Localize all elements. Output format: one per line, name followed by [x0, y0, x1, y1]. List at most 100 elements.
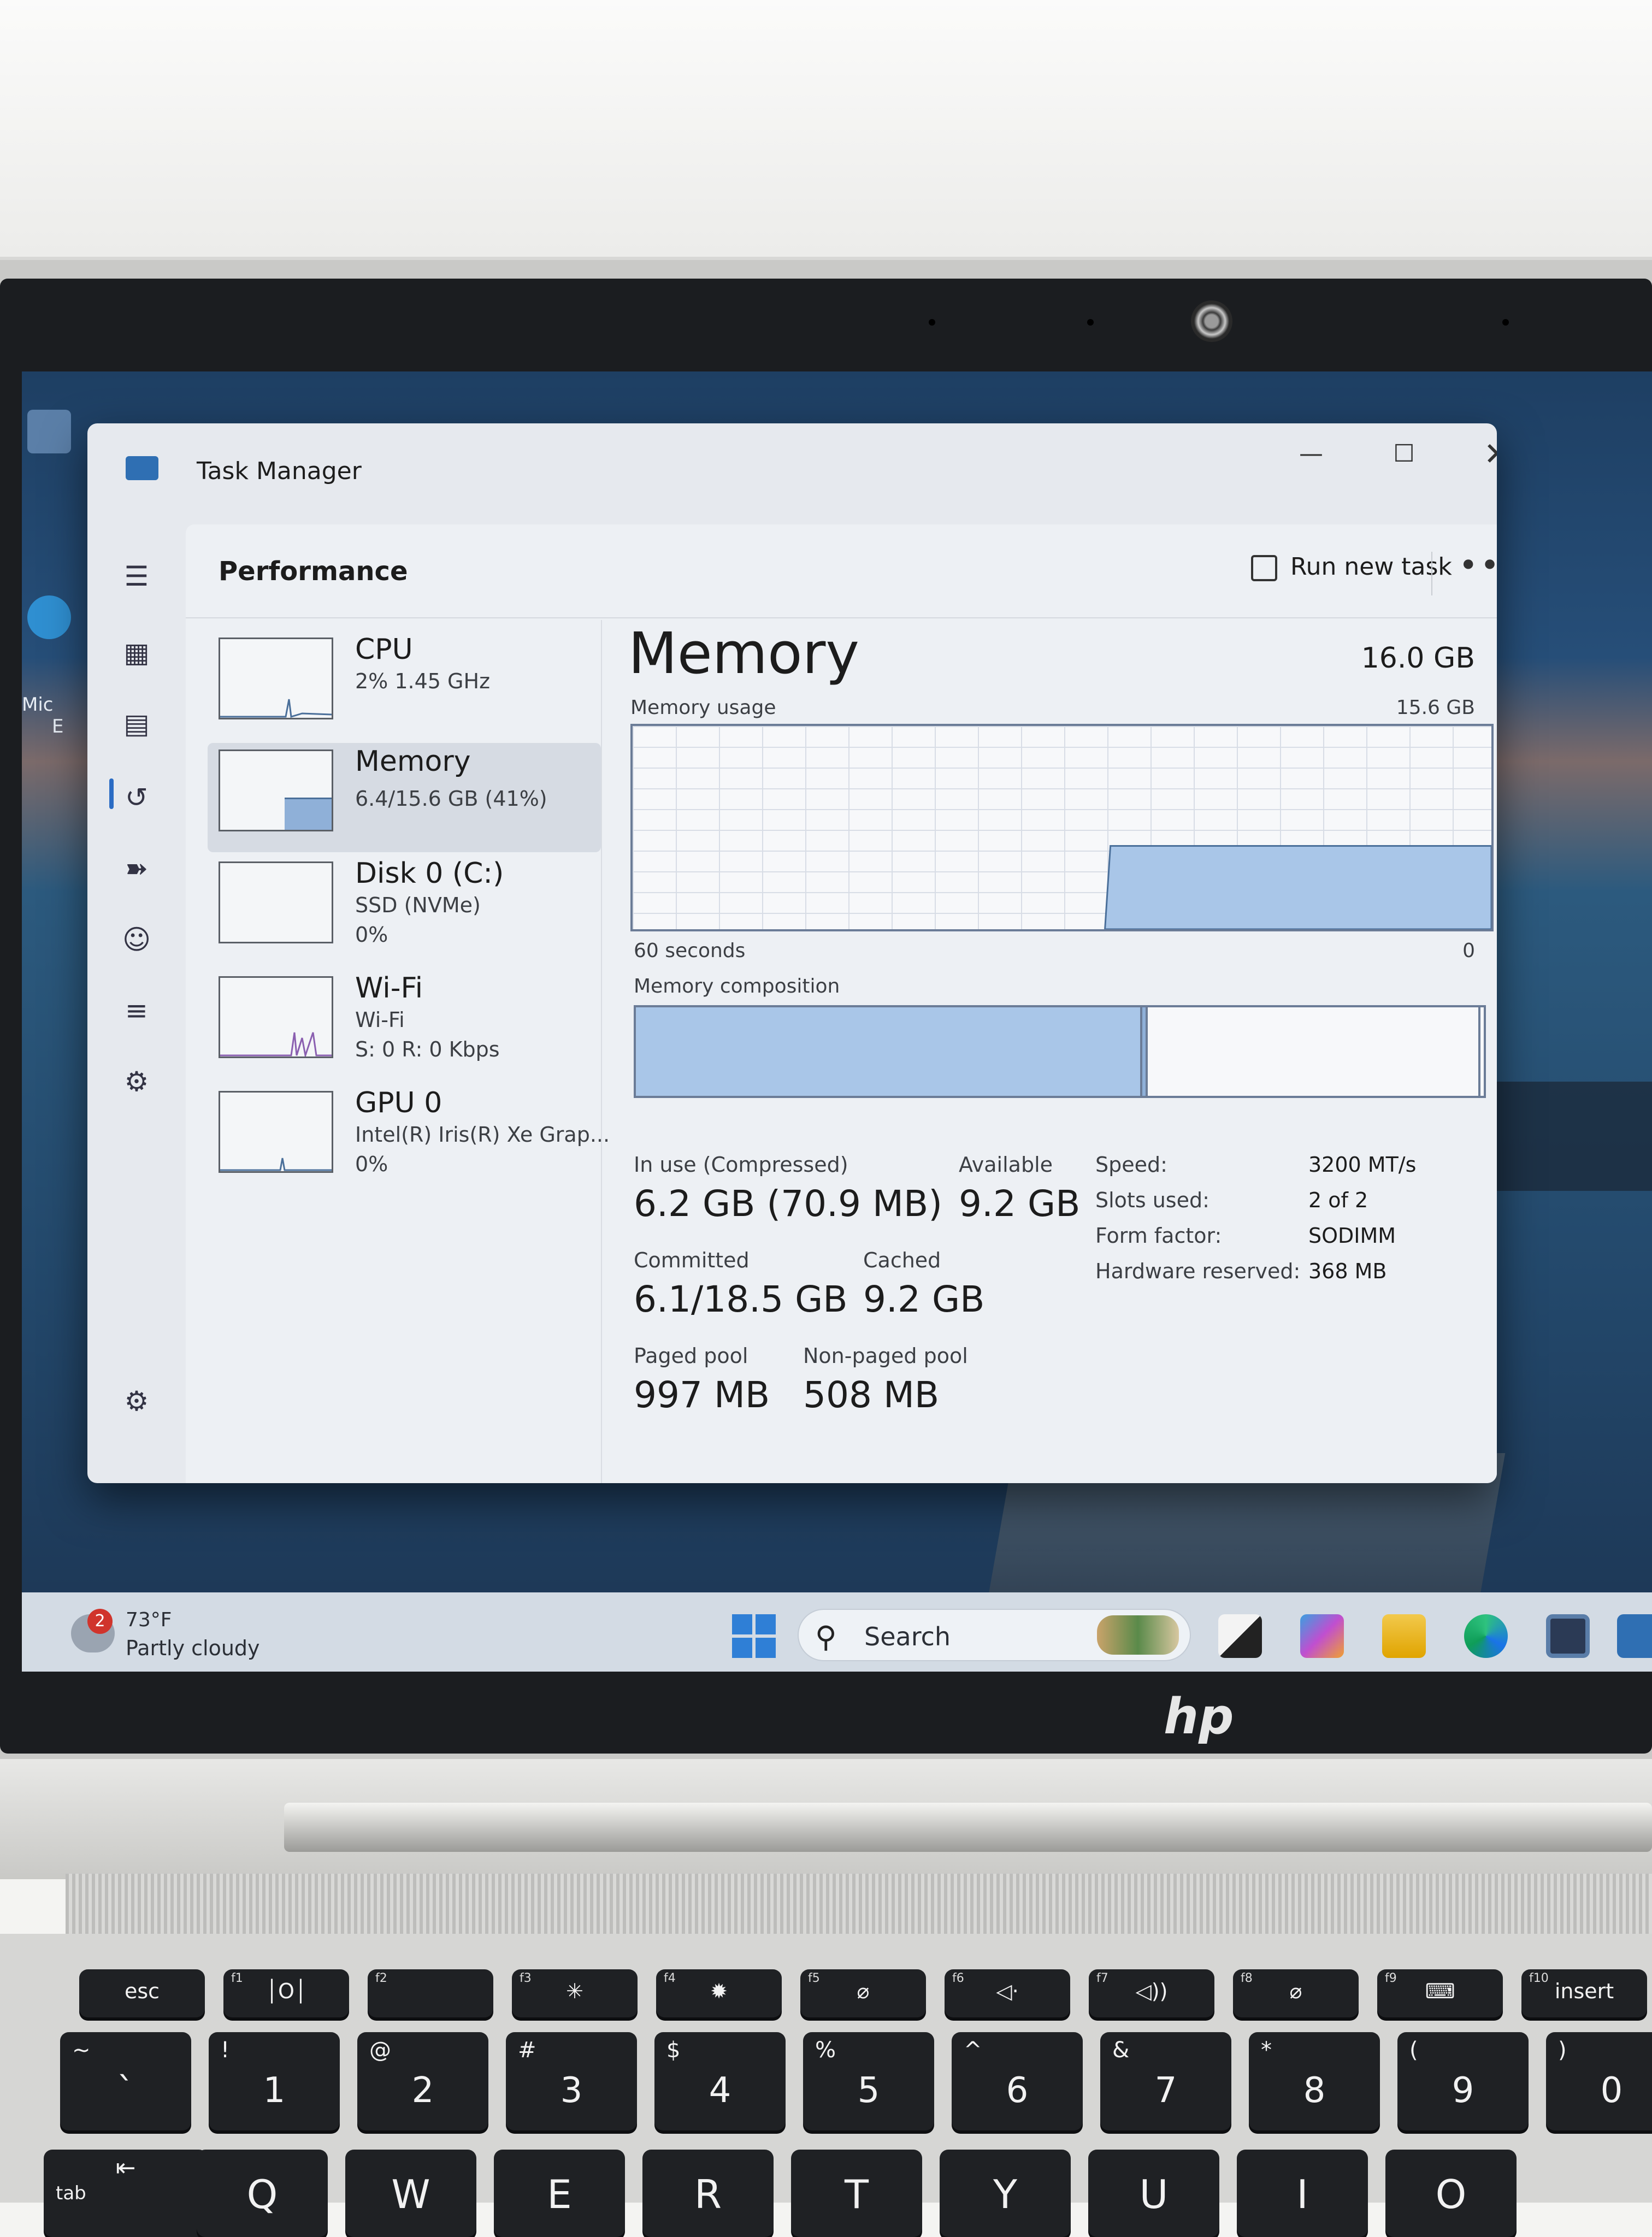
device-wifi[interactable]: Wi-Fi Wi-Fi S: 0 R: 0 Kbps: [208, 970, 601, 1079]
function-key[interactable]: f5 ⌀: [800, 1969, 926, 2017]
startup-apps-icon[interactable]: ➽: [115, 847, 158, 890]
key-legend: 1: [263, 2070, 286, 2111]
key-legend: ⌀: [857, 1979, 870, 2003]
desktop-app-icon[interactable]: [27, 410, 71, 453]
search-icon: ⚲: [815, 1620, 837, 1654]
number-key[interactable]: #3: [506, 2032, 637, 2130]
in-use-value: 6.2 GB (70.9 MB): [634, 1183, 942, 1225]
app-history-icon[interactable]: ↺: [115, 776, 158, 819]
letter-key[interactable]: Q: [197, 2150, 328, 2237]
letter-key[interactable]: T: [791, 2150, 922, 2237]
number-key[interactable]: % 5: [803, 2032, 934, 2130]
edge-desktop-icon[interactable]: [27, 595, 71, 639]
paged-pool-value: 997 MB: [634, 1374, 770, 1416]
function-key[interactable]: f4 ✹: [656, 1969, 782, 2017]
key-legend: 3: [560, 2070, 583, 2111]
function-key[interactable]: f8 ⌀: [1233, 1969, 1359, 2017]
page-title: Performance: [219, 556, 408, 587]
function-key-label: f2: [375, 1972, 387, 1985]
function-key[interactable]: f9 ⌨: [1377, 1969, 1503, 2017]
close-button[interactable]: ✕: [1475, 435, 1497, 474]
key-legend: U: [1139, 2171, 1169, 2217]
letter-key[interactable]: I: [1237, 2150, 1368, 2237]
device-cpu[interactable]: CPU 2% 1.45 GHz: [208, 631, 601, 740]
letter-key[interactable]: E: [494, 2150, 625, 2237]
letter-key[interactable]: R: [642, 2150, 774, 2237]
key-shift-legend: %: [815, 2038, 836, 2063]
task-view-icon[interactable]: [1218, 1614, 1262, 1658]
number-key[interactable]: * 8: [1249, 2032, 1380, 2130]
weather-condition[interactable]: Partly cloudy: [126, 1636, 260, 1660]
speaker-grille: [66, 1874, 1652, 1934]
key-legend: 5: [857, 2070, 880, 2111]
desktop-icons: Mic E: [22, 388, 71, 1098]
device-name: GPU 0: [355, 1087, 442, 1119]
letter-key[interactable]: Y: [940, 2150, 1071, 2237]
device-detail: 0%: [355, 1152, 388, 1176]
key-legend: ✳: [566, 1979, 583, 2003]
task-manager-taskbar-icon[interactable]: [1617, 1614, 1652, 1658]
number-key[interactable]: ! 1: [209, 2032, 340, 2130]
letter-key[interactable]: U: [1088, 2150, 1219, 2237]
tab-key[interactable]: tab ⇤: [44, 2150, 208, 2237]
run-new-task-button[interactable]: Run new task: [1251, 553, 1452, 591]
performance-icon[interactable]: ▤: [115, 702, 158, 746]
memory-thumbnail-graph: [219, 749, 333, 831]
minimize-button[interactable]: —: [1289, 440, 1333, 473]
key-legend: 6: [1006, 2070, 1029, 2111]
key-legend: esc: [124, 1979, 160, 2003]
sensor-dot: [929, 319, 935, 326]
number-key[interactable]: (9: [1397, 2032, 1529, 2130]
desktop-icon-label: Mic: [22, 694, 54, 716]
taskbar-search[interactable]: ⚲ Search: [798, 1609, 1191, 1661]
device-detail: Intel(R) Iris(R) Xe Grap...: [355, 1123, 610, 1147]
users-icon[interactable]: ☺: [115, 918, 158, 961]
function-key[interactable]: f7 ◁)): [1089, 1969, 1214, 2017]
device-gpu[interactable]: GPU 0 Intel(R) Iris(R) Xe Grap... 0%: [208, 1084, 610, 1194]
hamburger-menu-icon[interactable]: ☰: [115, 554, 158, 598]
processes-icon[interactable]: ▦: [115, 631, 158, 675]
function-key[interactable]: f6 ◁·: [945, 1969, 1070, 2017]
function-key[interactable]: f1 │O│: [223, 1969, 349, 2017]
committed-label: Committed: [634, 1248, 750, 1272]
number-key[interactable]: $4: [654, 2032, 786, 2130]
edge-icon[interactable]: [1464, 1614, 1508, 1658]
in-use-label: In use (Compressed): [634, 1153, 848, 1177]
number-key[interactable]: ~ `: [60, 2032, 191, 2130]
key-legend: I: [1296, 2171, 1308, 2217]
function-key[interactable]: f2: [368, 1969, 493, 2017]
number-key[interactable]: @2: [357, 2032, 488, 2130]
store-icon[interactable]: [1546, 1614, 1590, 1658]
function-key[interactable]: f3 ✳: [512, 1969, 638, 2017]
memory-usage-graph: [630, 724, 1494, 931]
file-explorer-icon[interactable]: [1382, 1614, 1426, 1658]
key-legend: W: [391, 2171, 430, 2217]
device-disk[interactable]: Disk 0 (C:) SSD (NVMe) 0%: [208, 855, 601, 964]
form-factor-value: SODIMM: [1308, 1224, 1396, 1248]
more-options-button[interactable]: •••: [1459, 546, 1497, 585]
key-shift-legend: !: [221, 2038, 230, 2063]
number-key[interactable]: & 7: [1100, 2032, 1231, 2130]
services-icon[interactable]: ⚙: [115, 1060, 158, 1103]
letter-key[interactable]: O: [1385, 2150, 1517, 2237]
function-key[interactable]: f10 insert: [1521, 1969, 1647, 2017]
title-bar[interactable]: Task Manager — ☐ ✕: [87, 423, 1497, 522]
key-shift-legend: ~: [72, 2038, 91, 2063]
function-key[interactable]: esc: [79, 1969, 205, 2017]
copilot-icon[interactable]: [1300, 1614, 1344, 1658]
settings-icon[interactable]: ⚙: [115, 1379, 158, 1423]
number-key[interactable]: ) 0: [1546, 2032, 1652, 2130]
weather-temperature[interactable]: 73°F: [126, 1609, 172, 1631]
number-key[interactable]: ^ 6: [952, 2032, 1083, 2130]
details-icon[interactable]: ≡: [115, 989, 158, 1032]
slots-used-value: 2 of 2: [1308, 1188, 1368, 1212]
letter-key[interactable]: W: [345, 2150, 476, 2237]
maximize-button[interactable]: ☐: [1382, 440, 1426, 473]
committed-value: 6.1/18.5 GB: [634, 1278, 848, 1320]
key-legend: 9: [1452, 2070, 1474, 2111]
key-legend: E: [547, 2171, 572, 2217]
start-button-icon[interactable]: [732, 1614, 776, 1658]
key-legend: tab: [56, 2182, 86, 2204]
key-legend: 7: [1154, 2070, 1177, 2111]
device-memory[interactable]: Memory 6.4/15.6 GB (41%): [208, 743, 601, 852]
